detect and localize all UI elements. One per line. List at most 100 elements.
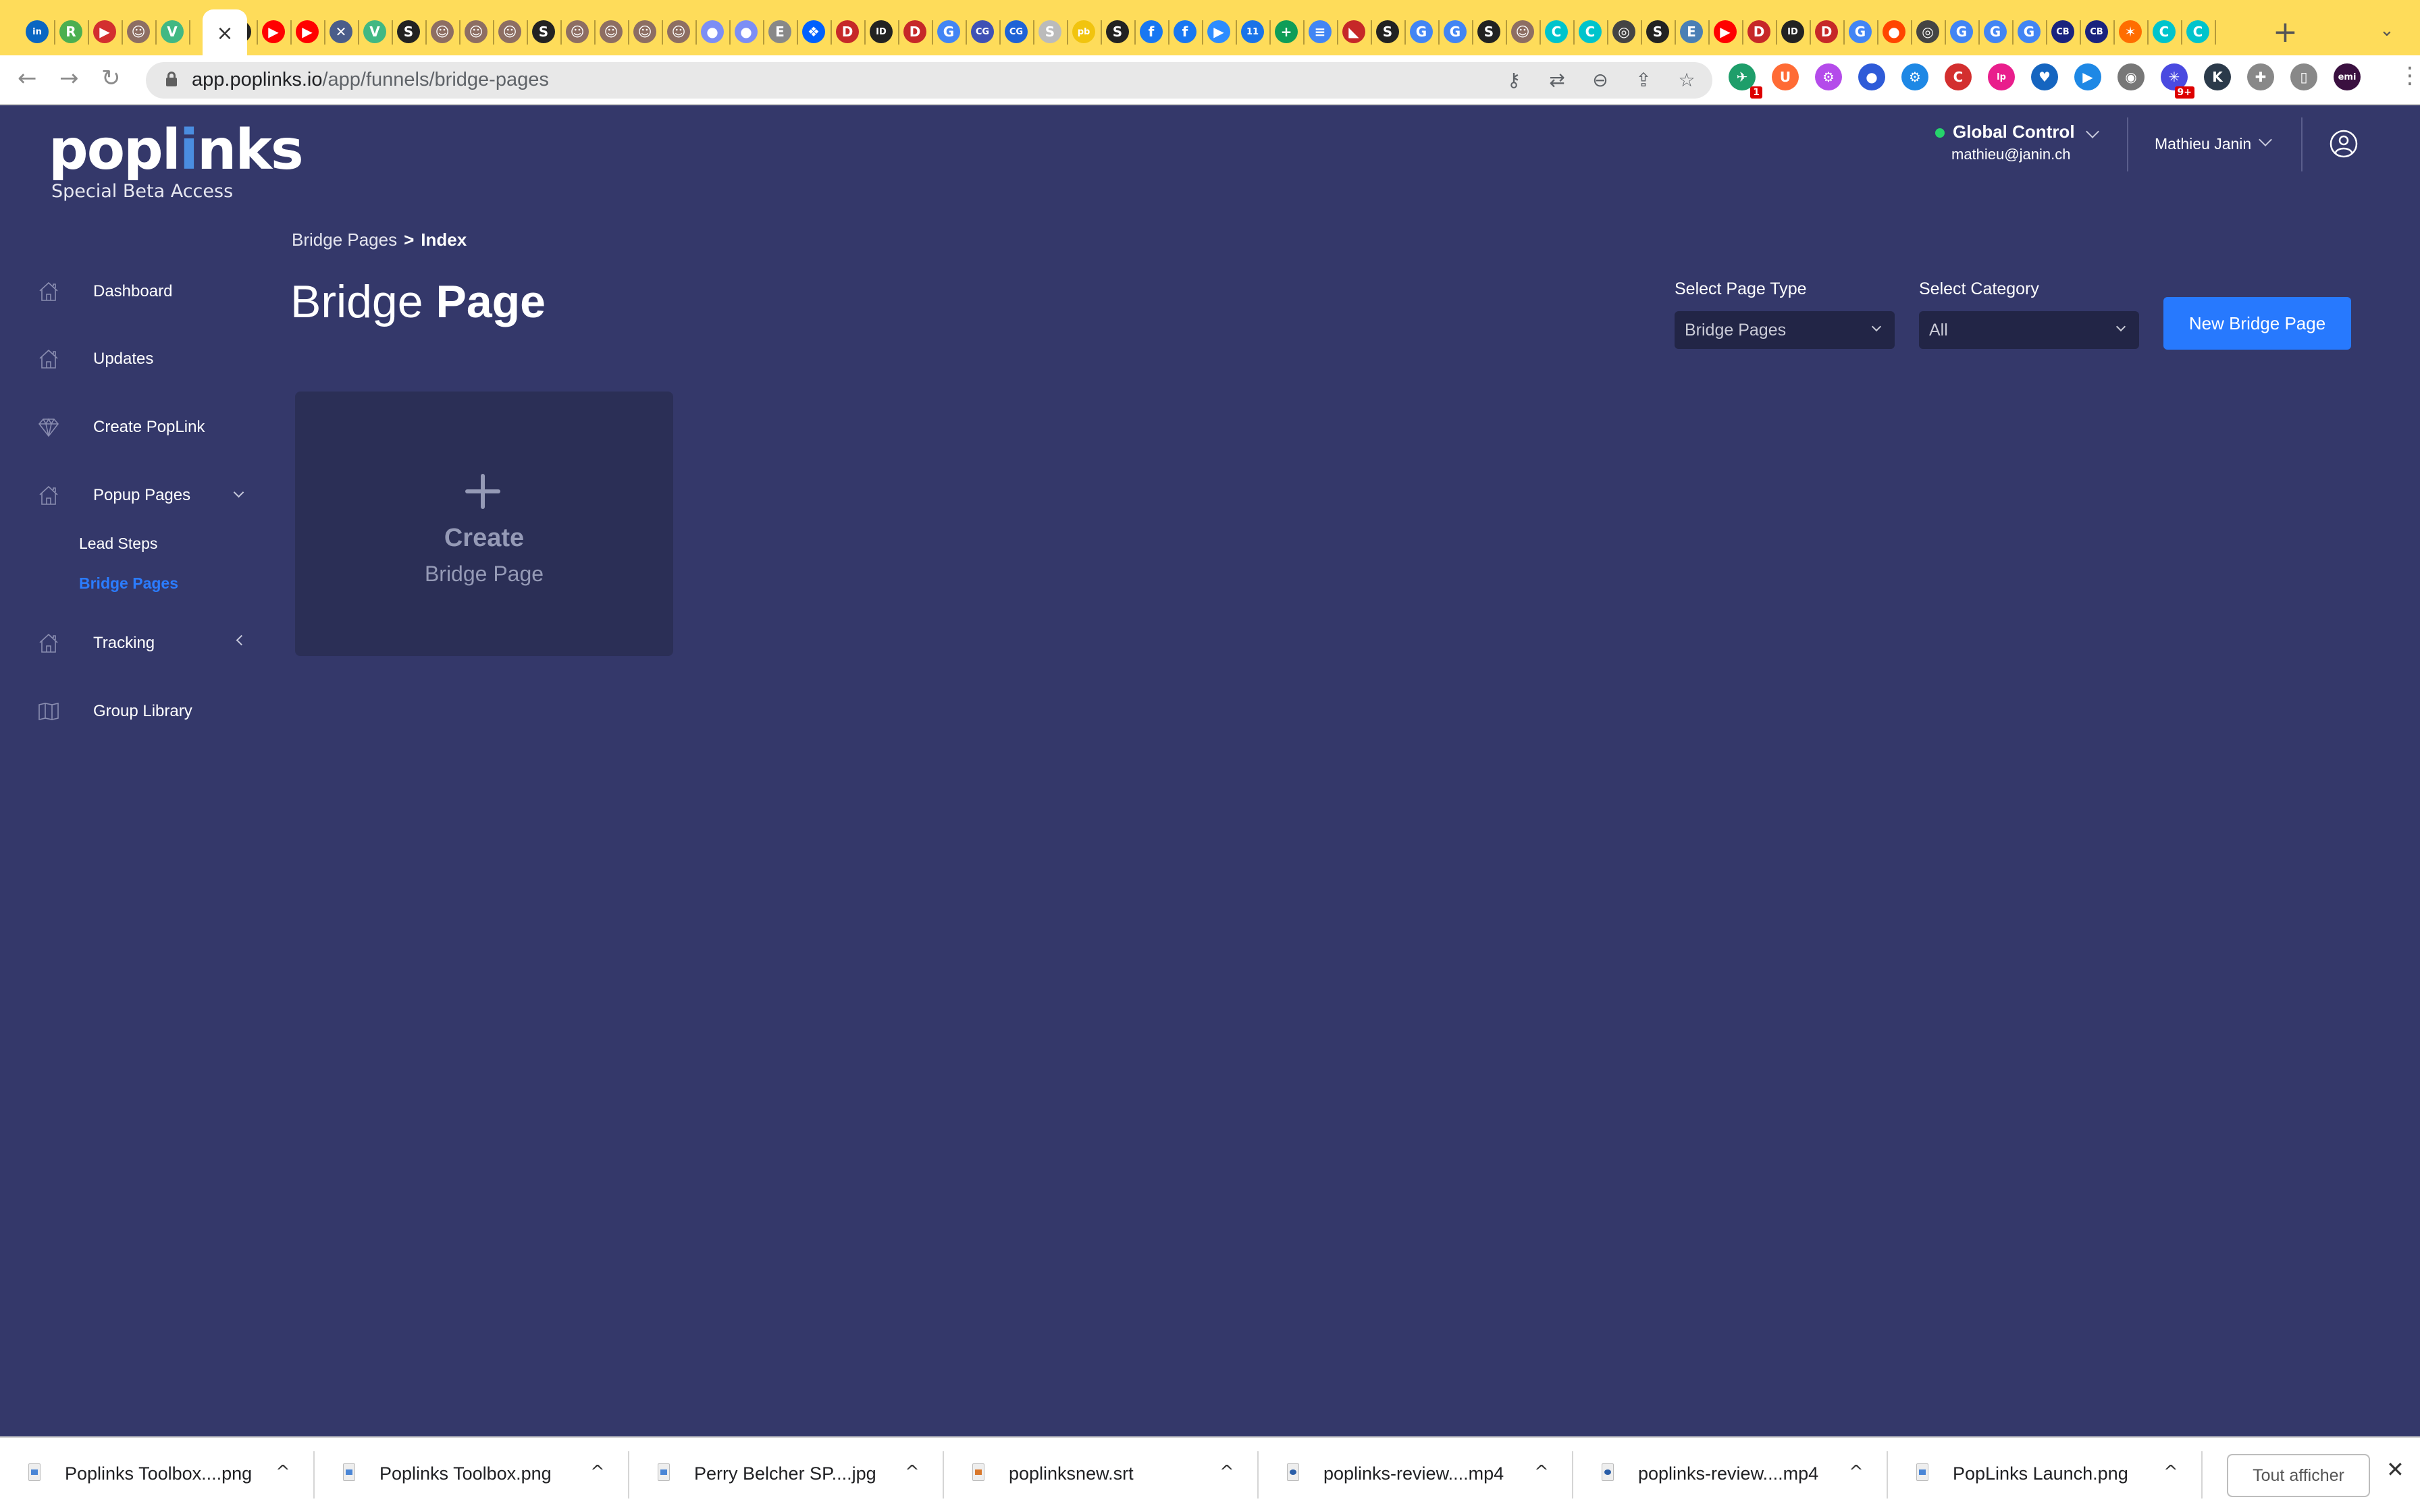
ext-green-icon[interactable]: ✈ 1 xyxy=(1729,63,1762,99)
sidebar-subitem-lead-steps[interactable]: Lead Steps xyxy=(79,535,157,553)
tab-cg-icon[interactable]: CG xyxy=(1005,20,1028,43)
tab-canva-icon[interactable]: C xyxy=(2153,20,2176,43)
account-chevron-down-icon[interactable] xyxy=(2086,125,2099,138)
download-item[interactable]: Poplinks Toolbox....png ^ xyxy=(0,1451,315,1498)
tab-sheets-icon[interactable]: + xyxy=(1275,20,1298,43)
tab-red-flag-icon[interactable]: ◣ xyxy=(1342,20,1365,43)
bookmark-star-icon[interactable]: ☆ xyxy=(1675,68,1699,92)
password-key-icon[interactable]: ⚷ xyxy=(1502,68,1526,92)
side-panel-icon[interactable]: ▯ xyxy=(2290,63,2317,90)
ext-lp-icon[interactable]: lp xyxy=(1988,63,2015,90)
tab-globe-icon[interactable]: S xyxy=(397,20,420,43)
profile-icon[interactable] xyxy=(2330,130,2358,158)
tab-bubble-icon[interactable]: ● xyxy=(735,20,758,43)
chevron-up-icon[interactable]: ^ xyxy=(2163,1462,2178,1482)
tab-canva-icon[interactable]: C xyxy=(1545,20,1568,43)
chevron-up-icon[interactable]: ^ xyxy=(1534,1462,1549,1482)
chevron-up-icon[interactable]: ^ xyxy=(1219,1462,1234,1482)
tab-app-id-icon[interactable]: ID xyxy=(870,20,893,43)
tab-spark-icon[interactable]: ✶ xyxy=(2119,20,2142,43)
category-select[interactable]: All xyxy=(1919,311,2139,349)
page-type-select[interactable]: Bridge Pages xyxy=(1675,311,1895,349)
tab-youtube-icon[interactable]: ▶ xyxy=(262,20,285,43)
tab-facebook-icon[interactable]: f xyxy=(1140,20,1163,43)
create-bridge-page-card[interactable]: Create Bridge Page xyxy=(295,392,673,656)
tab-search-icon[interactable]: ⌄ xyxy=(2379,20,2394,40)
active-tab[interactable]: × xyxy=(203,9,247,57)
breadcrumb-parent[interactable]: Bridge Pages xyxy=(292,230,397,250)
chevron-left-icon[interactable] xyxy=(236,634,247,646)
tab-cb-icon[interactable]: CB xyxy=(2051,20,2074,43)
tab-bubble-icon[interactable]: ● xyxy=(701,20,724,43)
reload-icon[interactable]: ↻ xyxy=(101,65,121,92)
tab-app-id-icon[interactable]: ID xyxy=(1781,20,1804,43)
tab-youtube-icon[interactable]: ▶ xyxy=(1714,20,1737,43)
ext-heart-icon[interactable]: ♥ xyxy=(2031,63,2058,90)
close-downloads-icon[interactable]: ✕ xyxy=(2386,1457,2404,1482)
extensions-puzzle-icon[interactable]: ✚ xyxy=(2247,63,2274,90)
tab-globe-icon[interactable]: S xyxy=(1376,20,1399,43)
tab-canva-icon[interactable]: C xyxy=(1579,20,1602,43)
tab-google-icon[interactable]: G xyxy=(1410,20,1433,43)
download-item[interactable]: poplinks-review....mp4 ^ xyxy=(1573,1451,1888,1498)
ext-c-icon[interactable]: C xyxy=(1945,63,1972,90)
address-bar[interactable]: app.poplinks.io/app/funnels/bridge-pages… xyxy=(146,62,1712,99)
zoom-out-icon[interactable]: ⊖ xyxy=(1588,68,1612,92)
tab-vue-icon[interactable]: V xyxy=(161,20,184,43)
url-text[interactable]: app.poplinks.io/app/funnels/bridge-pages xyxy=(192,69,549,91)
tab-chrome-icon[interactable]: ◎ xyxy=(1612,20,1635,43)
sidebar-item-group-library[interactable]: Group Library xyxy=(38,698,254,725)
tab-app-d-icon[interactable]: D xyxy=(903,20,926,43)
tab-globe-icon[interactable]: S xyxy=(1477,20,1500,43)
profile-emi-icon[interactable]: emi xyxy=(2334,63,2361,90)
tab-tools-icon[interactable]: ✕ xyxy=(330,20,352,43)
tab-app-d-icon[interactable]: D xyxy=(1747,20,1770,43)
sidebar-item-updates[interactable]: Updates xyxy=(38,346,254,373)
sidebar-item-tracking[interactable]: Tracking xyxy=(38,630,254,657)
sidebar-item-popup-pages[interactable]: Popup Pages xyxy=(38,482,254,509)
ext-k-icon[interactable]: K xyxy=(2204,63,2231,90)
tab-app-d-icon[interactable]: D xyxy=(1815,20,1838,43)
tab-avatar-icon[interactable]: ☺ xyxy=(600,20,623,43)
tab-calendar-icon[interactable]: 11 xyxy=(1241,20,1264,43)
tab-vue-icon[interactable]: V xyxy=(363,20,386,43)
forward-arrow-icon[interactable]: → xyxy=(59,65,79,92)
user-menu[interactable]: Mathieu Janin xyxy=(2155,135,2251,153)
tab-chrome-icon[interactable]: ◎ xyxy=(1916,20,1939,43)
tab-google-icon[interactable]: G xyxy=(1950,20,1973,43)
lock-icon[interactable] xyxy=(166,72,177,86)
tab-rytr-icon[interactable]: R xyxy=(59,20,82,43)
tab-globe-icon[interactable]: S xyxy=(1106,20,1129,43)
tab-easyl-icon[interactable]: E xyxy=(1680,20,1703,43)
tab-avatar-icon[interactable]: ☺ xyxy=(1511,20,1534,43)
chevron-up-icon[interactable]: ^ xyxy=(1849,1462,1864,1482)
sidebar-item-create-poplink[interactable]: Create PopLink xyxy=(38,414,254,441)
tab-avatar-icon[interactable]: ☺ xyxy=(498,20,521,43)
ext-share-icon[interactable]: ⚙ xyxy=(1901,63,1928,90)
close-tab-icon[interactable]: × xyxy=(216,22,233,45)
tab-docs-icon[interactable]: ≡ xyxy=(1309,20,1332,43)
tab-avatar-icon[interactable]: ☺ xyxy=(633,20,656,43)
chevron-up-icon[interactable]: ^ xyxy=(905,1462,920,1482)
download-item[interactable]: Poplinks Toolbox.png ^ xyxy=(315,1451,629,1498)
tab-app-d-icon[interactable]: D xyxy=(836,20,859,43)
ext-alien-icon[interactable]: ● xyxy=(1858,63,1885,90)
tab-avatar-icon[interactable]: ☺ xyxy=(667,20,690,43)
tab-avatar-icon[interactable]: ☺ xyxy=(566,20,589,43)
tab-google-icon[interactable]: G xyxy=(2018,20,2041,43)
tab-reddit-icon[interactable]: ● xyxy=(1883,20,1905,43)
show-all-downloads-button[interactable]: Tout afficher xyxy=(2227,1454,2370,1497)
download-item[interactable]: Perry Belcher SP....jpg ^ xyxy=(629,1451,944,1498)
download-item[interactable]: PopLinks Launch.png ^ xyxy=(1888,1451,2203,1498)
chevron-up-icon[interactable]: ^ xyxy=(590,1462,605,1482)
chevron-down-icon[interactable] xyxy=(233,487,244,498)
tab-pb-icon[interactable]: pb xyxy=(1072,20,1095,43)
sidebar-subitem-bridge-pages[interactable]: Bridge Pages xyxy=(79,574,178,593)
tab-google-icon[interactable]: G xyxy=(1984,20,2007,43)
tab-text-e-icon[interactable]: E xyxy=(768,20,791,43)
tab-globe-icon[interactable]: S xyxy=(532,20,555,43)
ext-film-icon[interactable]: ◉ xyxy=(2118,63,2145,90)
tab-linkedin-icon[interactable]: in xyxy=(26,20,49,43)
new-tab-button[interactable]: + xyxy=(2273,15,2298,49)
user-chevron-down-icon[interactable] xyxy=(2259,133,2272,146)
